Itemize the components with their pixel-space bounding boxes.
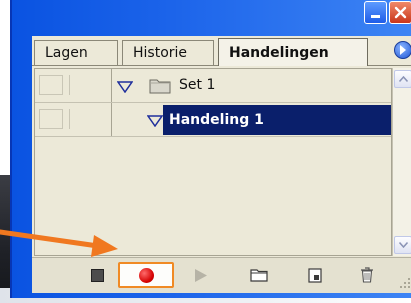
action-label: Handeling 1 <box>169 112 264 128</box>
record-button[interactable] <box>118 262 174 288</box>
palette-menu-button[interactable] <box>394 41 411 59</box>
close-button[interactable] <box>389 1 411 24</box>
tab-label: Lagen <box>45 45 88 61</box>
column-divider <box>69 75 70 95</box>
palette-tabs: Lagen Historie Handelingen <box>32 36 411 66</box>
toggle-columns <box>35 103 112 136</box>
chevron-down-icon <box>398 242 408 248</box>
palette-menu-arrow-icon <box>400 45 406 55</box>
actions-toolbar <box>32 257 411 293</box>
expand-triangle-icon[interactable] <box>147 115 163 127</box>
stop-icon <box>90 268 104 282</box>
new-action-button[interactable] <box>302 262 328 288</box>
minimize-icon <box>371 15 380 18</box>
tab-lagen[interactable]: Lagen <box>34 40 118 65</box>
list-item[interactable]: Handeling 1 <box>35 103 391 137</box>
trash-icon <box>361 267 373 283</box>
new-set-folder-icon <box>250 269 268 282</box>
delete-button[interactable] <box>354 262 380 288</box>
toggle-item-checkbox[interactable] <box>39 75 63 95</box>
close-icon <box>394 6 407 19</box>
scroll-up-button[interactable] <box>394 70 411 88</box>
toggle-columns <box>35 69 112 102</box>
set-label: Set 1 <box>179 77 216 93</box>
actions-palette-window: Lagen Historie Handelingen Set 1 Handeli… <box>10 0 411 298</box>
selected-action-highlight[interactable]: Handeling 1 <box>163 105 391 135</box>
minimize-button[interactable] <box>364 1 387 24</box>
new-set-button[interactable] <box>246 262 272 288</box>
title-bar[interactable] <box>12 0 411 36</box>
column-divider <box>69 109 70 129</box>
expand-triangle-icon[interactable] <box>117 81 133 93</box>
folder-icon <box>149 79 171 94</box>
resize-grip-icon[interactable] <box>398 276 411 290</box>
play-button[interactable] <box>188 262 214 288</box>
tab-handelingen[interactable]: Handelingen <box>218 38 368 66</box>
record-icon <box>138 267 154 283</box>
palette-body: Lagen Historie Handelingen Set 1 Handeli… <box>32 36 411 293</box>
tab-label: Historie <box>133 45 188 61</box>
play-icon <box>195 268 207 282</box>
chevron-up-icon <box>398 76 408 82</box>
tab-historie[interactable]: Historie <box>122 40 214 65</box>
vertical-scrollbar[interactable] <box>392 68 411 256</box>
toggle-item-checkbox[interactable] <box>39 109 63 129</box>
list-item[interactable]: Set 1 <box>35 69 391 103</box>
new-action-icon <box>308 267 322 283</box>
scroll-down-button[interactable] <box>394 236 411 254</box>
actions-list: Set 1 Handeling 1 <box>34 68 392 256</box>
stop-button[interactable] <box>84 262 110 288</box>
tab-label: Handelingen <box>229 44 329 61</box>
